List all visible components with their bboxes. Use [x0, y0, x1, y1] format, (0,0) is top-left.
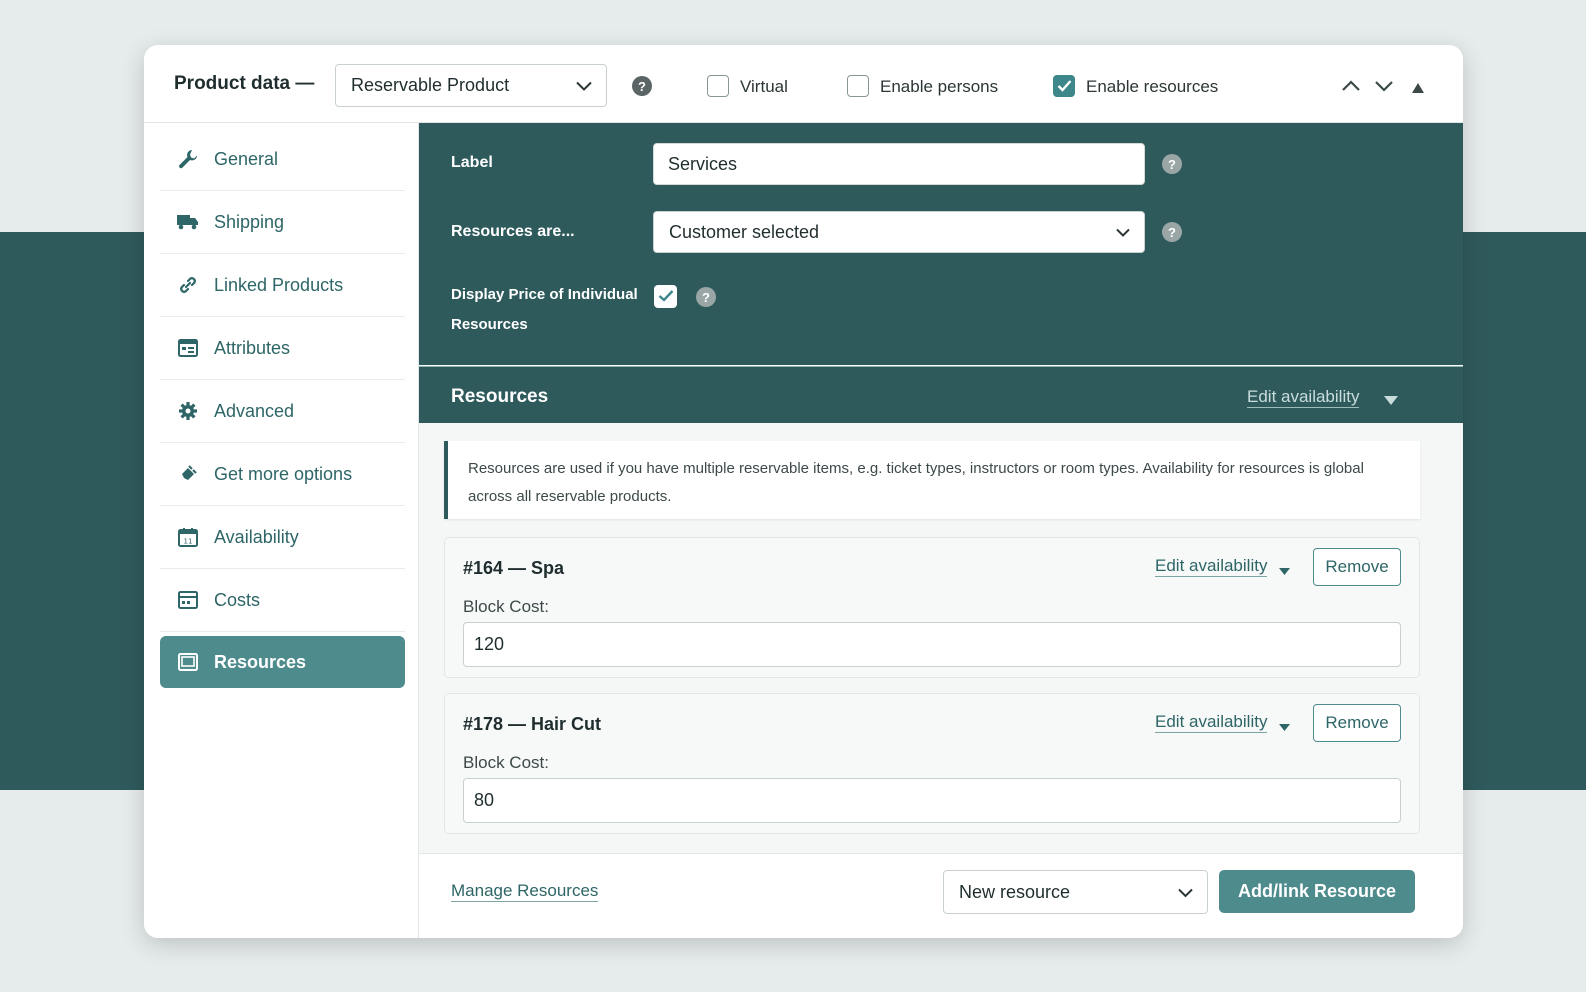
resource-name: #164 — Spa — [463, 558, 565, 578]
sidebar-item-general[interactable]: General — [160, 128, 405, 191]
sidebar-item-label: Attributes — [214, 337, 291, 358]
collapse-triangle-icon[interactable] — [1412, 80, 1424, 98]
check-icon — [658, 290, 674, 302]
triangle-down-icon[interactable] — [1279, 718, 1290, 736]
resource-card: #178 — Hair Cut Edit availability Remove… — [444, 693, 1420, 834]
sidebar-item-advanced[interactable]: Advanced — [160, 380, 405, 443]
list-card-icon — [176, 336, 200, 360]
enable-persons-label: Enable persons — [880, 77, 999, 96]
sidebar-item-resources[interactable]: Resources — [160, 636, 405, 688]
wrench-icon — [176, 147, 200, 171]
chevron-down-icon — [1116, 222, 1130, 243]
new-resource-select[interactable]: New resource — [943, 870, 1208, 914]
sidebar-item-costs[interactable]: Costs — [160, 569, 405, 632]
calendar-icon: 11 — [176, 525, 200, 549]
sidebar-item-get-more-options[interactable]: Get more options — [160, 443, 405, 506]
resources-icon — [176, 650, 200, 674]
sidebar-item-attributes[interactable]: Attributes — [160, 317, 405, 380]
panel-header: Product data — Reservable Product ? Virt… — [144, 45, 1463, 123]
remove-button[interactable]: Remove — [1313, 548, 1401, 586]
product-data-panel: Product data — Reservable Product ? Virt… — [144, 45, 1463, 938]
sidebar-item-label: Advanced — [214, 400, 295, 421]
resources-are-label: Resources are... — [451, 223, 575, 240]
resources-footer: Manage Resources New resource Add/link R… — [419, 853, 1463, 938]
virtual-checkbox[interactable] — [707, 75, 729, 97]
triangle-down-icon[interactable] — [1279, 562, 1290, 580]
check-icon — [1057, 80, 1072, 92]
chevron-down-icon[interactable] — [1375, 79, 1393, 97]
sidebar-item-label: Resources — [214, 651, 307, 672]
help-icon[interactable]: ? — [1162, 154, 1182, 174]
sidebar-item-label: Get more options — [214, 463, 353, 484]
edit-availability-link[interactable]: Edit availability — [1155, 712, 1268, 733]
truck-icon — [176, 210, 200, 234]
sidebar-item-label: Availability — [214, 526, 299, 547]
help-icon[interactable]: ? — [696, 287, 716, 307]
resource-name: #178 — Hair Cut — [463, 714, 602, 734]
virtual-label: Virtual — [740, 77, 788, 96]
block-cost-value: 80 — [474, 790, 495, 810]
costs-icon — [176, 588, 200, 612]
help-icon[interactable]: ? — [1162, 222, 1182, 242]
panel-title: Product data — — [174, 73, 315, 94]
block-cost-input[interactable]: 80 — [463, 778, 1401, 823]
plugin-icon — [176, 462, 200, 486]
enable-resources-label: Enable resources — [1086, 77, 1219, 96]
resources-are-select[interactable]: Customer selected — [653, 211, 1145, 253]
sidebar-item-label: Linked Products — [214, 274, 344, 295]
edit-availability-link[interactable]: Edit availability — [1247, 387, 1360, 408]
link-icon — [176, 273, 200, 297]
enable-persons-checkbox[interactable] — [847, 75, 869, 97]
block-cost-label: Block Cost: — [463, 753, 549, 772]
chevron-down-icon — [576, 75, 592, 96]
sidebar-item-label: Costs — [214, 589, 261, 610]
block-cost-label: Block Cost: — [463, 597, 549, 616]
label-input[interactable]: Services — [653, 143, 1145, 185]
resources-list: Resources are used if you have multiple … — [419, 423, 1463, 853]
edit-availability-link[interactable]: Edit availability — [1155, 556, 1268, 577]
sidebar-item-label: Shipping — [214, 211, 285, 232]
display-price-checkbox[interactable] — [654, 285, 677, 308]
label-input-value: Services — [668, 153, 738, 174]
sidebar-item-label: General — [214, 148, 279, 169]
enable-resources-checkbox[interactable] — [1053, 75, 1075, 97]
help-icon[interactable]: ? — [632, 76, 652, 96]
resources-notice: Resources are used if you have multiple … — [444, 441, 1420, 519]
display-price-label: Display Price of Individual — [451, 286, 638, 303]
svg-text:11: 11 — [184, 538, 193, 546]
add-link-resource-button[interactable]: Add/link Resource — [1219, 870, 1415, 913]
gear-icon — [176, 399, 200, 423]
manage-resources-link[interactable]: Manage Resources — [451, 881, 599, 902]
block-cost-input[interactable]: 120 — [463, 622, 1401, 667]
resource-settings: Label Services ? Resources are... Custom… — [419, 123, 1463, 365]
block-cost-value: 120 — [474, 634, 505, 654]
new-resource-value: New resource — [959, 881, 1071, 902]
product-type-value: Reservable Product — [351, 75, 510, 95]
display-price-label-line2: Resources — [451, 316, 528, 333]
label-field-label: Label — [451, 154, 493, 171]
remove-button[interactable]: Remove — [1313, 704, 1401, 742]
main-content: Label Services ? Resources are... Custom… — [419, 123, 1463, 938]
product-type-select[interactable]: Reservable Product — [335, 64, 607, 107]
sidebar-item-shipping[interactable]: Shipping — [160, 191, 405, 254]
sidebar: General Shipping Linked Products Attribu… — [144, 123, 419, 938]
sidebar-item-availability[interactable]: 11 Availability — [160, 506, 405, 569]
triangle-down-icon[interactable] — [1384, 392, 1398, 410]
chevron-down-icon — [1178, 882, 1193, 903]
sidebar-item-linked-products[interactable]: Linked Products — [160, 254, 405, 317]
resource-card: #164 — Spa Edit availability Remove Bloc… — [444, 537, 1420, 678]
resources-header-bar: Resources Edit availability — [419, 366, 1463, 423]
resources-section-title: Resources — [451, 386, 549, 407]
chevron-up-icon[interactable] — [1342, 79, 1360, 97]
resources-are-value: Customer selected — [669, 221, 820, 242]
